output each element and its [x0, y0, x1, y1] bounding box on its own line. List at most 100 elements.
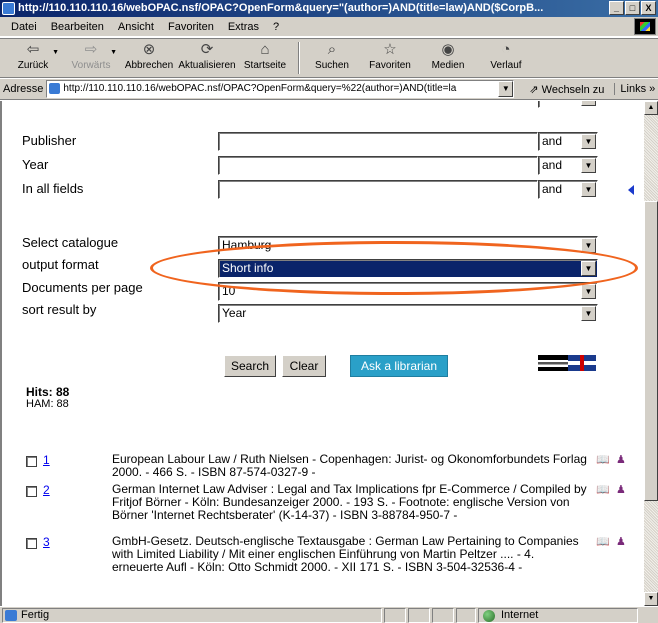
list-item: 1 European Labour Law / Ruth Nielsen - C…	[26, 453, 626, 483]
security-zone-pane: Internet	[478, 608, 638, 623]
zone-text: Internet	[501, 609, 539, 621]
globe-icon	[483, 610, 495, 622]
hits-breakdown: HAM: 88	[26, 398, 69, 410]
menu-datei[interactable]: Datei	[4, 17, 44, 37]
menu-help[interactable]: ?	[266, 17, 286, 37]
links-button[interactable]: Links »	[614, 83, 655, 95]
status-pane	[456, 608, 476, 623]
chevron-down-icon: ▼	[581, 158, 596, 173]
all-fields-operator-select[interactable]: and ▼	[538, 180, 598, 199]
refresh-button[interactable]: ⟳ Aktualisieren	[178, 39, 236, 77]
favorites-icon: ☆	[383, 41, 397, 58]
home-label: Startseite	[243, 60, 287, 71]
chevron-down-icon[interactable]: ▼	[110, 49, 117, 56]
chevron-down-icon: ▼	[581, 306, 596, 321]
home-icon: ⌂	[260, 41, 270, 58]
result-checkbox[interactable]	[26, 456, 37, 467]
search-icon: ⌕	[327, 41, 337, 58]
result-checkbox[interactable]	[26, 486, 37, 497]
media-button[interactable]: ◉ Medien	[419, 39, 477, 77]
ie-app-icon	[2, 2, 15, 15]
result-link[interactable]: 1	[43, 453, 50, 467]
book-icon[interactable]: 📖	[596, 535, 610, 548]
year-operator-select[interactable]: and ▼	[538, 156, 598, 175]
clear-button[interactable]: Clear	[282, 355, 326, 377]
menu-extras[interactable]: Extras	[221, 17, 266, 37]
person-icon[interactable]: ♟	[616, 535, 626, 548]
sort-select[interactable]: Year ▼	[218, 304, 598, 323]
result-link[interactable]: 2	[43, 483, 50, 497]
page-content: ▼ Publisher and ▼ Year and ▼ In all fiel…	[0, 101, 644, 606]
page-icon	[49, 83, 61, 94]
person-icon[interactable]: ♟	[616, 483, 626, 496]
scroll-down-button[interactable]: ▼	[644, 592, 658, 606]
minimize-button[interactable]: _	[609, 1, 624, 15]
window-controls: _ □ X	[609, 1, 656, 15]
search-submit-button[interactable]: Search	[224, 355, 276, 377]
german-flag-icon[interactable]	[538, 355, 568, 371]
year-label: Year	[22, 157, 49, 172]
address-input[interactable]: http://110.110.110.16/webOPAC.nsf/OPAC?O…	[46, 80, 515, 98]
catalogue-label: Select catalogue	[22, 235, 119, 250]
toolbar-divider	[298, 42, 299, 74]
chevron-down-icon: ▼	[581, 134, 596, 149]
history-button[interactable]: ◔ Verlauf	[477, 39, 535, 77]
publisher-label: Publisher	[22, 133, 77, 148]
person-icon[interactable]: ♟	[616, 453, 626, 466]
publisher-operator-select[interactable]: and ▼	[538, 132, 598, 151]
go-button[interactable]: ⇗ Wechseln zu	[529, 83, 604, 96]
menu-bearbeiten[interactable]: Bearbeiten	[44, 17, 111, 37]
all-fields-input[interactable]	[218, 180, 538, 199]
favorites-button[interactable]: ☆ Favoriten	[361, 39, 419, 77]
chevron-down-icon: ▼	[581, 284, 596, 299]
publisher-operator-value: and	[542, 134, 563, 148]
search-button[interactable]: ⌕ Suchen	[303, 39, 361, 77]
home-button[interactable]: ⌂ Startseite	[236, 39, 294, 77]
history-label: Verlauf	[490, 60, 522, 71]
vertical-scrollbar[interactable]: ▲ ▼	[644, 101, 658, 606]
address-url: http://110.110.110.16/webOPAC.nsf/OPAC?O…	[63, 83, 457, 94]
forward-label: Vorwärts	[71, 60, 111, 71]
status-pane	[432, 608, 454, 623]
stop-icon: ⊗	[142, 41, 156, 58]
docs-per-page-label: Documents per page	[22, 280, 143, 295]
output-format-label: output format	[22, 257, 99, 272]
publisher-input[interactable]	[218, 132, 538, 151]
menu-ansicht[interactable]: Ansicht	[111, 17, 161, 37]
go-label: Wechseln zu	[541, 83, 605, 96]
book-icon[interactable]: 📖	[596, 453, 610, 466]
window-title: http://110.110.110.16/webOPAC.nsf/OPAC?O…	[18, 2, 544, 14]
status-bar: Fertig Internet	[0, 606, 658, 623]
uk-flag-icon[interactable]	[568, 355, 596, 371]
chevron-down-icon[interactable]: ▼	[52, 49, 59, 56]
maximize-button[interactable]: □	[625, 1, 640, 15]
sort-value: Year	[222, 306, 247, 320]
result-text: German Internet Law Adviser : Legal and …	[112, 482, 587, 522]
ask-librarian-button[interactable]: Ask a librarian	[350, 355, 448, 377]
scroll-thumb[interactable]	[644, 201, 658, 501]
year-operator-value: and	[542, 158, 563, 172]
media-icon: ◉	[441, 41, 455, 58]
address-dropdown-button[interactable]: ▼	[498, 81, 514, 97]
triangle-left-icon	[628, 185, 634, 195]
forward-button[interactable]: ⇨ Vorwärts ▼	[62, 39, 120, 77]
close-button[interactable]: X	[641, 1, 656, 15]
scroll-up-button[interactable]: ▲	[644, 101, 658, 115]
language-flags	[538, 353, 598, 373]
year-input[interactable]	[218, 156, 538, 175]
menu-bar: Datei Bearbeiten Ansicht Favoriten Extra…	[0, 17, 658, 37]
browser-toolbar: ⇦ Zurück ▼ ⇨ Vorwärts ▼ ⊗ Abbrechen ⟳ Ak…	[0, 38, 658, 78]
page-status-icon	[5, 610, 17, 621]
back-button[interactable]: ⇦ Zurück ▼	[4, 39, 62, 77]
book-icon[interactable]: 📖	[596, 483, 610, 496]
partial-operator-select[interactable]: ▼	[538, 101, 598, 108]
media-label: Medien	[431, 60, 465, 71]
list-item: 2 German Internet Law Adviser : Legal an…	[26, 483, 626, 539]
refresh-label: Aktualisieren	[178, 60, 236, 71]
result-checkbox[interactable]	[26, 538, 37, 549]
favorites-label: Favoriten	[369, 60, 411, 71]
stop-button[interactable]: ⊗ Abbrechen	[120, 39, 178, 77]
menu-favoriten[interactable]: Favoriten	[161, 17, 221, 37]
result-link[interactable]: 3	[43, 535, 50, 549]
sort-label: sort result by	[22, 302, 97, 317]
